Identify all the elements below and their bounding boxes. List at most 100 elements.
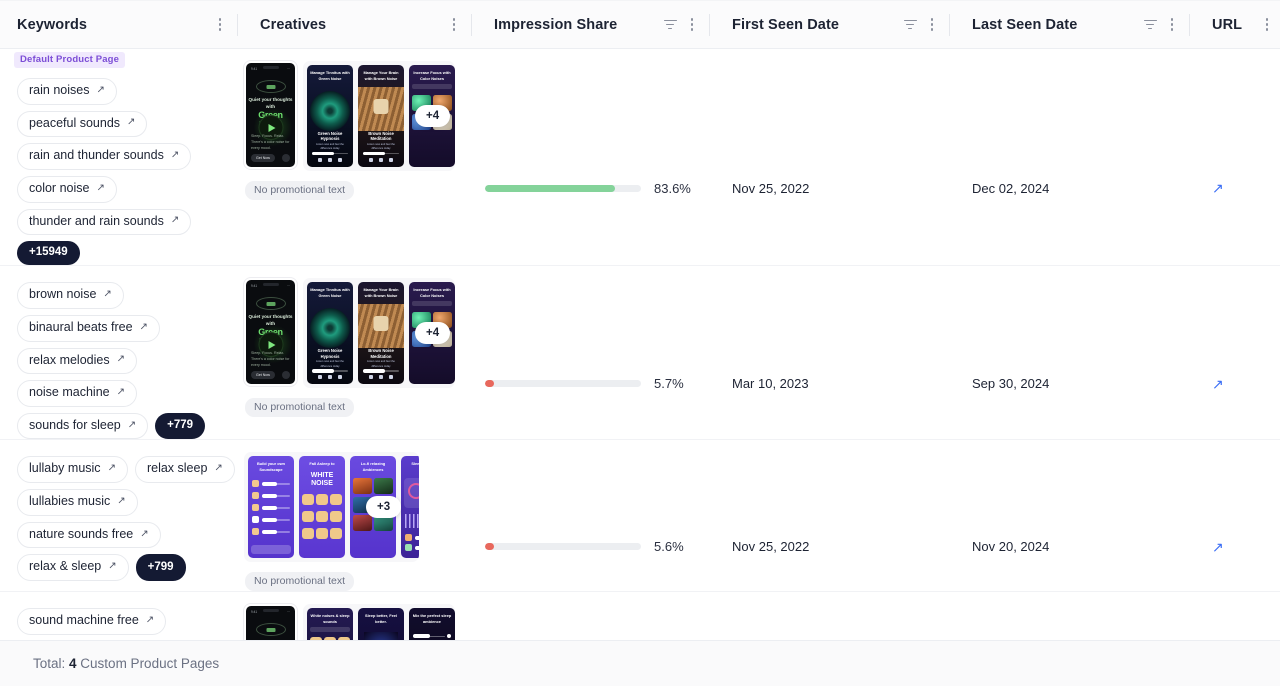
keyword-chip[interactable]: peaceful sounds ↗: [17, 110, 148, 138]
external-link-icon: ↗: [108, 560, 117, 572]
filter-icon[interactable]: [660, 15, 680, 35]
keyword-chip[interactable]: color noise ↗: [17, 175, 117, 203]
screenshot-header: Fall Asleep to: [309, 461, 335, 467]
screenshot-caption: Brown Noise Meditation: [368, 131, 394, 142]
keyword-chip[interactable]: thunder and rain sounds ↗: [17, 208, 192, 236]
impression-share-bar: [485, 184, 641, 192]
filter-icon[interactable]: [900, 15, 920, 35]
keywords-more-badge[interactable]: +799: [135, 554, 186, 581]
footer-suffix: Custom Product Pages: [76, 656, 220, 671]
kebab-menu-icon[interactable]: [444, 15, 464, 35]
kebab-menu-icon[interactable]: [922, 15, 942, 35]
external-link-icon: ↗: [103, 288, 112, 300]
keywords-more-badge[interactable]: +779: [155, 412, 206, 440]
external-link-icon[interactable]: ↗: [1212, 540, 1224, 554]
creative-screenshot[interactable]: Build your own Soundscape: [248, 456, 294, 559]
keyword-chip[interactable]: sound machine free ↗: [17, 608, 167, 636]
keyword-chip[interactable]: rain and thunder sounds ↗: [17, 143, 192, 170]
creative-screenshot[interactable]: Manage Your Brain with Brown Noise Brown …: [358, 282, 404, 385]
keyword-chip[interactable]: noise machine ↗: [17, 380, 137, 407]
screenshot-group: Manage Tinnitus with Green Noise Green No…: [303, 61, 455, 171]
creatives-more-badge[interactable]: +4: [415, 322, 451, 345]
keyword-chip[interactable]: nature sounds free ↗: [17, 521, 161, 549]
table-footer: Total: 4 Custom Product Pages: [0, 640, 1280, 686]
creatives-cell: 9:41···Quiet your thoughts withGreen Noi…: [243, 592, 477, 640]
keyword-chip[interactable]: sounds for sleep ↗: [17, 412, 149, 440]
column-header-url[interactable]: URL: [1195, 1, 1280, 48]
keywords-more-badge[interactable]: +15949: [17, 241, 80, 266]
column-divider: [949, 13, 950, 36]
creatives-more-badge[interactable]: +3: [366, 496, 402, 519]
creatives-strip: 9:41···Quiet your thoughts withGreen Noi…: [244, 278, 477, 389]
impression-share-value: 83.6%: [654, 180, 691, 196]
creative-screenshot[interactable]: Fall Asleep to WHITE NOISE: [299, 456, 345, 559]
video-cta[interactable]: Get Now: [251, 154, 275, 162]
first-seen-date-cell: Nov 25, 2022: [715, 440, 955, 591]
creative-video[interactable]: 9:41···Quiet your thoughts withGreen Noi…: [244, 278, 297, 387]
last-seen-date-value: Nov 20, 2024: [972, 539, 1050, 555]
keyword-chip-label: sound machine free: [29, 613, 139, 628]
url-cell: ↗: [1195, 266, 1280, 439]
impression-share-cell: 5.7%: [477, 266, 715, 439]
external-link-icon: ↗: [117, 495, 126, 507]
keyword-chip-label: relax sleep: [146, 461, 208, 476]
creative-video[interactable]: 9:41···Quiet your thoughts withGreen Noi…: [244, 604, 297, 640]
creatives-strip: 9:41···Quiet your thoughts withGreen Noi…: [244, 61, 477, 171]
keyword-chip[interactable]: binaural beats free ↗: [17, 314, 160, 342]
creative-screenshot[interactable]: Sleep better, Feel better.Deep Body Rela…: [358, 608, 404, 640]
column-header-first-seen-date[interactable]: First Seen Date: [715, 1, 955, 48]
keyword-chip[interactable]: lullaby music ↗: [17, 456, 128, 484]
creative-screenshot[interactable]: Sleep Tracker: [401, 456, 419, 559]
kebab-menu-icon[interactable]: [210, 15, 230, 35]
external-link-icon: ↗: [170, 149, 180, 161]
column-header-creatives[interactable]: Creatives: [243, 1, 477, 48]
keyword-chip-label: rain and thunder sounds: [29, 148, 164, 163]
creatives-more-badge[interactable]: +4: [415, 105, 451, 127]
keyword-chip-label: rain noises: [29, 83, 90, 97]
keyword-chip[interactable]: relax melodies ↗: [17, 347, 137, 375]
column-header-last-seen-date[interactable]: Last Seen Date: [955, 1, 1195, 48]
custom-product-pages-table: Keywords Creatives Impression Share Firs…: [0, 0, 1280, 686]
column-header-keywords[interactable]: Keywords: [0, 1, 243, 48]
creatives-cell: 9:41···Quiet your thoughts withGreen Noi…: [243, 49, 477, 265]
creative-screenshot[interactable]: Manage Tinnitus with Green Noise Green No…: [307, 282, 353, 385]
kebab-menu-icon[interactable]: [682, 15, 702, 35]
video-cta[interactable]: Get Now: [251, 371, 275, 380]
kebab-menu-icon[interactable]: [1257, 15, 1277, 35]
creative-screenshot[interactable]: Mix the perfect sleep ambience: [409, 608, 455, 640]
screenshot-header: Manage Your Brain with Brown Noise: [363, 287, 399, 298]
keywords-cell: sound machine free↗white noice↗water noi…: [0, 592, 243, 640]
keyword-chip-label: noise machine: [29, 385, 110, 400]
external-link-icon: ↗: [140, 528, 149, 540]
creative-screenshot[interactable]: Manage Your Brain with Brown Noise Brown …: [358, 65, 404, 167]
footer-count: 4: [69, 656, 77, 671]
external-link-icon[interactable]: ↗: [1212, 181, 1224, 195]
product-page-badge: Default Product Page: [14, 52, 126, 68]
column-tools: [210, 13, 243, 36]
creative-video[interactable]: 9:41···Quiet your thoughts withGreen Noi…: [244, 61, 297, 169]
keyword-chip[interactable]: brown noise ↗: [17, 282, 124, 309]
keyword-chip-label: relax & sleep: [29, 559, 102, 574]
external-link-icon: ↗: [127, 116, 136, 128]
mute-icon[interactable]: [282, 154, 290, 162]
keyword-chip-label: binaural beats free: [29, 319, 133, 334]
first-seen-date-cell: Mar 10, 2023: [715, 266, 955, 439]
keyword-chip[interactable]: rain noises ↗: [17, 78, 117, 105]
keyword-chip[interactable]: relax & sleep ↗: [17, 554, 129, 581]
creative-screenshot[interactable]: White noises & sleep sounds: [307, 608, 353, 640]
screenshot-header: Lo-fi relaxing Ambiences: [360, 461, 386, 473]
kebab-menu-icon[interactable]: [1162, 15, 1182, 35]
keyword-chip[interactable]: lullabies music ↗: [17, 489, 138, 516]
screenshot-header: Mix the perfect sleep ambience: [412, 613, 452, 625]
column-divider: [471, 13, 472, 36]
last-seen-date-cell: Nov 20, 2024: [955, 440, 1195, 591]
last-seen-date-cell: Sep 30, 2024: [955, 266, 1195, 439]
external-link-icon[interactable]: ↗: [1212, 377, 1224, 391]
video-footer-text: Sleep. Focus. Relax. There's a color noi…: [251, 351, 290, 368]
column-header-impression-share[interactable]: Impression Share: [477, 1, 715, 48]
keyword-chip[interactable]: relax sleep ↗: [134, 456, 235, 484]
mute-icon[interactable]: [282, 371, 290, 380]
filter-icon[interactable]: [1140, 15, 1160, 35]
creative-screenshot[interactable]: Manage Tinnitus with Green Noise Green No…: [307, 65, 353, 167]
screenshot-header: Manage Tinnitus with Green Noise: [310, 287, 350, 298]
